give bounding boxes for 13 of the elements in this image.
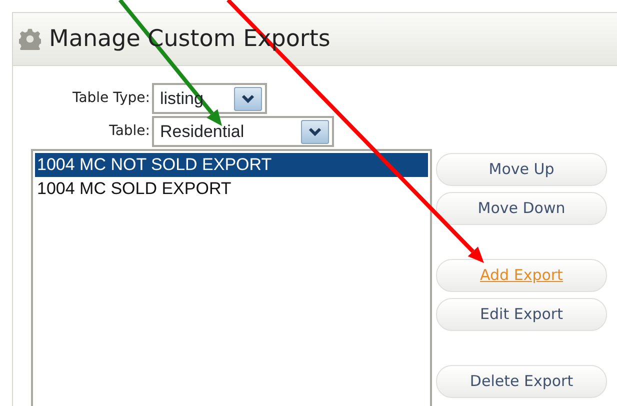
field-label: Table: — [108, 122, 151, 141]
list-item[interactable]: 1004 MC SOLD EXPORT — [35, 177, 428, 201]
chevron-down-icon — [308, 126, 322, 136]
export-button[interactable]: Move Up — [436, 153, 607, 186]
export-button[interactable]: Delete Export — [436, 365, 607, 398]
export-button[interactable]: Move Down — [436, 192, 607, 225]
list-item[interactable]: 1004 MC NOT SOLD EXPORT — [35, 153, 428, 177]
gear-icon — [19, 28, 41, 50]
dropdown[interactable]: Residential — [152, 116, 334, 147]
export-listbox[interactable]: 1004 MC NOT SOLD EXPORT 1004 MC SOLD EXPORT — [31, 149, 432, 406]
chevron-down-icon — [241, 94, 255, 104]
export-button[interactable]: Edit Export — [436, 298, 607, 331]
field-label: Table Type: — [71, 89, 151, 108]
